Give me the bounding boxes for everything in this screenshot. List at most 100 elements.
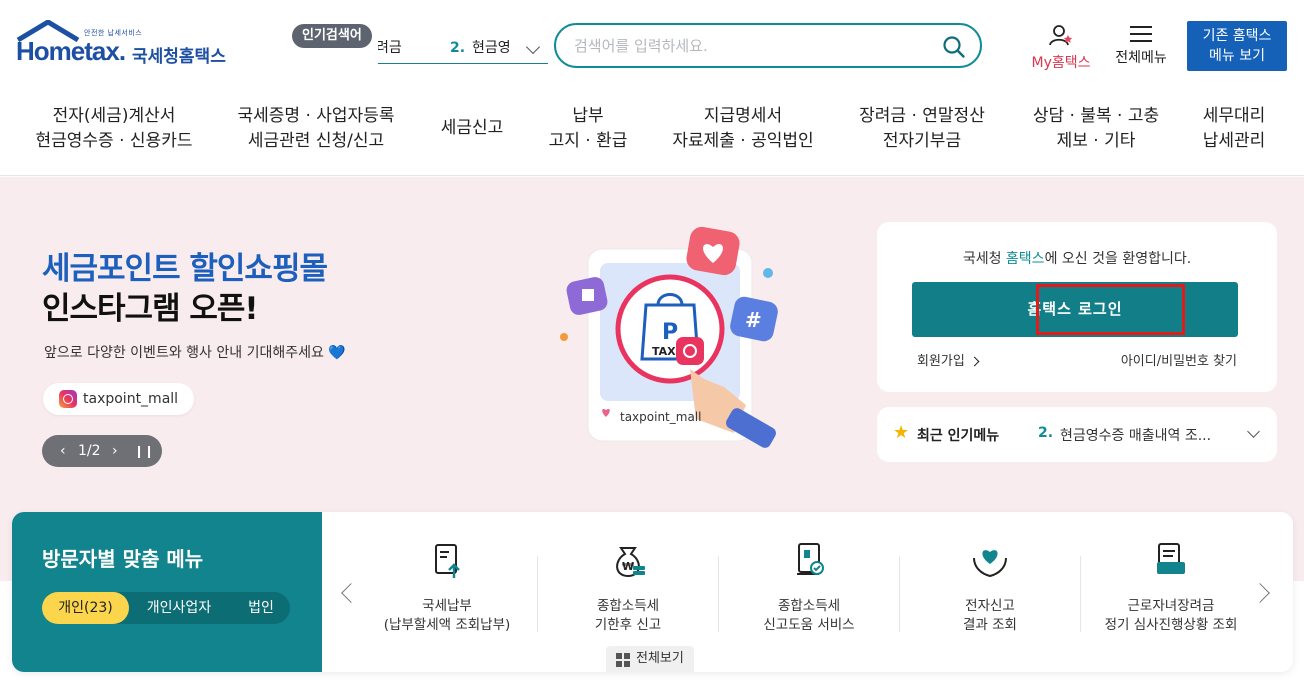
tab-individual[interactable]: 개인(23) <box>42 592 129 624</box>
menu-card-incentive-status[interactable]: 근로자녀장려금 정기 심사진행상황 조회 <box>1081 540 1261 640</box>
view-all-button[interactable]: 전체보기 <box>606 646 694 672</box>
gnb-item-label: 국세증명 · 사업자등록 <box>237 106 395 126</box>
svg-text:₩: ₩ <box>622 560 634 573</box>
menu-card-label: 근로자녀장려금 <box>1127 598 1215 614</box>
popular-prev-text: 려금 <box>378 40 402 56</box>
tab-sole-proprietor[interactable]: 개인사업자 <box>134 592 224 624</box>
login-panel: 국세청 홈택스에 오신 것을 환영합니다. 홈택스 로그인 회원가입 아이디/비… <box>877 222 1277 392</box>
gnb-item-payment-statement[interactable]: 지급명세서 자료제출 · 공익법인 <box>668 104 818 154</box>
svg-text:#: # <box>745 308 762 332</box>
menu-card-label: 종합소득세 <box>777 598 841 614</box>
gnb-item-label: 세금신고 <box>440 118 504 138</box>
search-input[interactable] <box>574 33 934 59</box>
menu-card-filing-help[interactable]: 종합소득세 신고도움 서비스 <box>719 540 899 640</box>
hands-heart-icon <box>973 550 1007 578</box>
welcome-pre: 국세청 <box>962 251 1006 267</box>
chevron-down-icon[interactable] <box>525 39 541 55</box>
document-upload-icon <box>435 544 460 578</box>
menu-card-label: 국세납부 <box>422 598 472 614</box>
join-label: 회원가입 <box>917 354 965 369</box>
menu-card-sublabel: 정기 심사진행상황 조회 <box>1104 617 1238 633</box>
gnb-item-tax-return[interactable]: 세금신고 <box>430 116 514 141</box>
old-menu-line1: 기존 홈택스 <box>1202 28 1272 44</box>
illust-handle: taxpoint_mall <box>620 410 701 424</box>
instagram-link[interactable]: taxpoint_mall <box>43 383 195 415</box>
banner-title-line1[interactable]: 세금포인트 할인쇼핑몰 <box>42 243 328 288</box>
popular-keyword[interactable]: 현금영 <box>472 34 511 62</box>
menu-card-tax-payment[interactable]: 국세납부 (납부할세액 조회납부) <box>357 540 537 640</box>
old-menu-line2: 메뉴 보기 <box>1209 48 1265 64</box>
visitor-menu-title: 방문자별 맞춤 메뉴 <box>42 547 204 571</box>
gnb-item-sublabel: 제보 · 기타 <box>1056 131 1136 151</box>
star-icon: ★ <box>893 422 910 443</box>
find-id-password-link[interactable]: 아이디/비밀번호 찾기 <box>1121 350 1237 369</box>
menu-card-label: 전자신고 <box>965 598 1015 614</box>
all-menu-label: 전체메뉴 <box>1115 50 1167 66</box>
user-star-icon <box>1049 25 1073 46</box>
hamburger-icon <box>1130 26 1152 42</box>
gnb-item-consult[interactable]: 상담 · 불복 · 고충 제보 · 기타 <box>1024 104 1168 154</box>
gnb-item-sublabel: 현금영수증 · 신용카드 <box>35 131 193 151</box>
gnb-item-incentive[interactable]: 장려금 · 연말정산 전자기부금 <box>852 104 992 154</box>
welcome-highlight: 홈택스 <box>1005 251 1045 267</box>
visitor-custom-menu: 방문자별 맞춤 메뉴 개인(23) 개인사업자 법인 국세납부 (납부할세액 조… <box>12 512 1293 672</box>
recent-menu-item[interactable]: 현금영수증 매출내역 조... <box>1060 425 1211 445</box>
gnb-item-sublabel: 전자기부금 <box>882 131 962 151</box>
chevron-right-icon[interactable]: › <box>112 435 118 467</box>
search-bar[interactable] <box>554 23 982 68</box>
gnb-item-tax-agent[interactable]: 세무대리 납세관리 <box>1194 104 1274 154</box>
bag-text: TAX <box>652 345 676 358</box>
gnb-item-label: 상담 · 불복 · 고충 <box>1032 106 1160 126</box>
logo-korean: 국세청홈택스 <box>132 47 226 67</box>
gnb-item-sublabel: 자료제출 · 공익법인 <box>672 131 814 151</box>
join-link[interactable]: 회원가입 <box>917 350 980 369</box>
document-check-icon <box>797 543 824 575</box>
menu-card-e-filing-result[interactable]: 전자신고 결과 조회 <box>900 540 1080 640</box>
instagram-handle: taxpoint_mall <box>83 391 179 407</box>
search-icon[interactable] <box>942 35 966 59</box>
menu-card-sublabel: 기한후 신고 <box>594 617 662 633</box>
tab-corporation[interactable]: 법인 <box>232 592 290 624</box>
pause-icon[interactable]: ❙❙ <box>134 435 154 467</box>
logo-wordmark: Hometax. <box>16 36 126 66</box>
view-all-label: 전체보기 <box>636 651 684 666</box>
visitor-type-tabs: 개인(23) 개인사업자 법인 <box>42 592 290 624</box>
grid-icon <box>616 653 630 667</box>
menu-card-late-filing[interactable]: ₩ 종합소득세 기한후 신고 <box>538 540 718 640</box>
gnb-item-label: 전자(세금)계산서 <box>52 106 176 126</box>
money-bag-icon: ₩ <box>616 547 645 578</box>
gnb-item-sublabel: 세금관련 신청/신고 <box>247 131 385 151</box>
banner-page-indicator: 1/2 <box>78 443 101 459</box>
instagram-icon <box>59 390 77 408</box>
hometax-logo[interactable]: 안전한 납세서비스 Hometax. 국세청홈택스 <box>14 20 229 70</box>
my-hometax-label: My홈택스 <box>1031 55 1091 71</box>
gnb-item-certificate[interactable]: 국세증명 · 사업자등록 세금관련 신청/신고 <box>236 104 396 154</box>
my-hometax-button[interactable]: My홈택스 <box>1024 24 1098 72</box>
gnb-item-label: 세무대리 <box>1202 106 1266 126</box>
gnb-item-label: 장려금 · 연말정산 <box>859 106 985 126</box>
welcome-message: 국세청 홈택스에 오신 것을 환영합니다. <box>877 248 1277 268</box>
main-navigation: 전자(세금)계산서 현금영수증 · 신용카드 국세증명 · 사업자등록 세금관련… <box>0 98 1304 176</box>
recent-popular-menu[interactable]: ★ 최근 인기메뉴 2. 현금영수증 매출내역 조... <box>877 407 1277 462</box>
banner-subtitle: 앞으로 다양한 이벤트와 행사 안내 기대해주세요 💙 <box>44 345 346 361</box>
chevron-right-icon <box>969 356 980 367</box>
all-menu-button[interactable]: 전체메뉴 <box>1108 24 1174 67</box>
menu-card-sublabel: 결과 조회 <box>963 617 1017 633</box>
gnb-item-sublabel: 고지 · 환급 <box>548 131 628 151</box>
menu-card-sublabel: 신고도움 서비스 <box>763 617 855 633</box>
menu-card-sublabel: (납부할세액 조회납부) <box>383 617 511 633</box>
popular-search-rolling[interactable]: 려금 2. 현금영 <box>378 32 548 64</box>
gnb-item-label: 납부 <box>572 106 604 126</box>
hometax-login-button[interactable]: 홈택스 로그인 <box>912 282 1238 337</box>
chevron-left-icon[interactable]: ‹ <box>60 435 66 467</box>
header: 안전한 납세서비스 Hometax. 국세청홈택스 려금 2. 현금영 인기검색… <box>0 0 1304 88</box>
old-hometax-menu-button[interactable]: 기존 홈택스 메뉴 보기 <box>1187 21 1287 71</box>
visitor-menu-header: 방문자별 맞춤 메뉴 개인(23) 개인사업자 법인 <box>12 512 322 672</box>
bag-letter: P <box>662 320 678 345</box>
gnb-item-e-invoice[interactable]: 전자(세금)계산서 현금영수증 · 신용카드 <box>34 104 194 154</box>
banner-title-line2[interactable]: 인스타그램 오픈! <box>42 283 259 328</box>
gnb-item-payment[interactable]: 납부 고지 · 환급 <box>538 104 638 154</box>
recent-menu-title: 최근 인기메뉴 <box>917 428 1000 444</box>
banner-pager: ‹ 1/2 › ❙❙ <box>42 435 162 467</box>
chevron-down-icon[interactable] <box>1247 425 1260 438</box>
